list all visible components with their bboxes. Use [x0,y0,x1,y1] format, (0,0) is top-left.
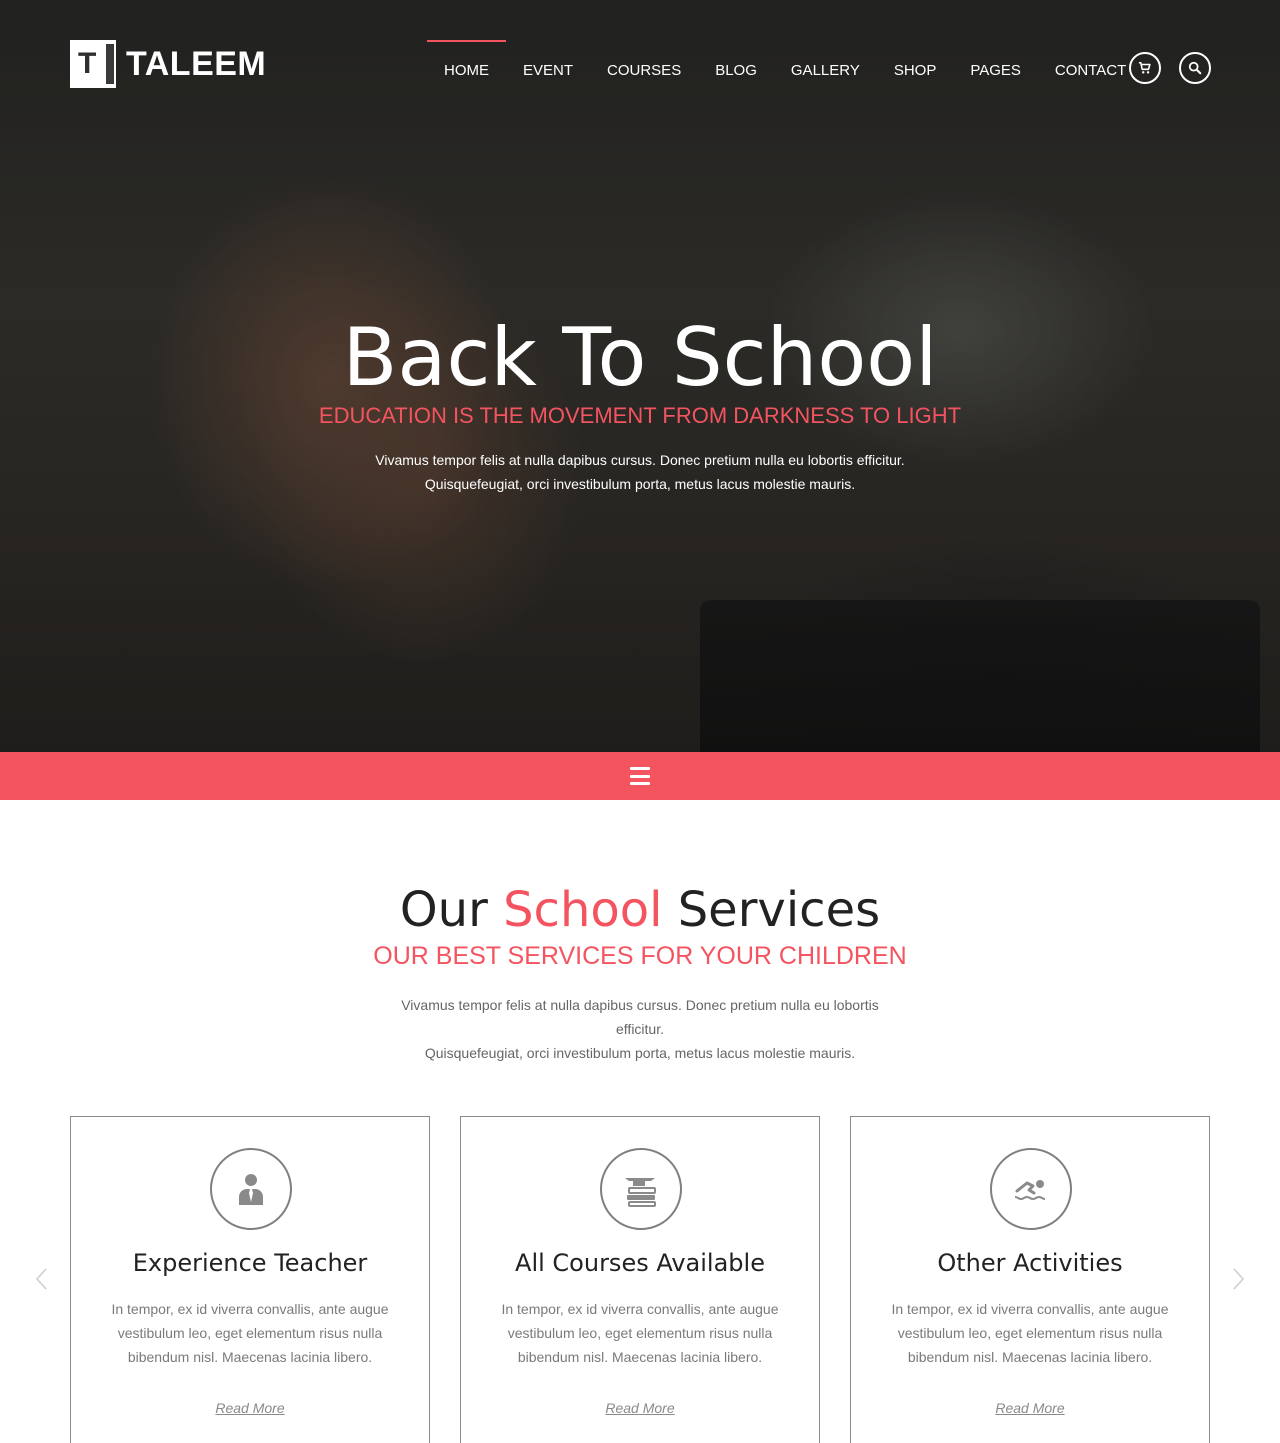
service-card-text: In tempor, ex id viverra convallis, ante… [491,1297,789,1369]
secondary-menu-bar [0,752,1280,800]
search-icon [1188,61,1202,75]
swimmer-icon [1014,1180,1046,1201]
service-card: Experience Teacher In tempor, ex id vive… [70,1116,430,1443]
service-card-text-line: In tempor, ex id viverra convallis, ante… [891,1301,1169,1317]
services-description-line: efficitur. [616,1021,664,1037]
services-title: Our School Services [399,882,881,938]
hero-section: T TALEEM HOME EVENT COURSES BLOG GALLERY… [0,0,1280,752]
nav-item-home[interactable]: HOME [427,40,506,97]
carousel-prev-button[interactable] [30,1264,54,1294]
service-card-text-line: In tempor, ex id viverra convallis, ante… [111,1301,389,1317]
hero-description-line: Quisquefeugiat, orci investibulum porta,… [424,476,856,492]
chevron-left-icon [35,1268,47,1290]
read-more-link[interactable]: Read More [461,1396,819,1420]
teacher-icon [239,1174,263,1205]
service-card-text-line: vestibulum leo, eget elementum risus nul… [897,1325,1163,1341]
cart-icon [1138,61,1151,74]
service-card-text-line: In tempor, ex id viverra convallis, ante… [501,1301,779,1317]
hero-title: Back To School [342,311,938,404]
main-nav: HOME EVENT COURSES BLOG GALLERY SHOP PAG… [427,40,1143,97]
logo-mark-icon: T [70,40,116,88]
nav-item-shop[interactable]: SHOP [877,40,954,97]
service-icon-circle [600,1148,682,1230]
nav-item-event[interactable]: EVENT [506,40,590,97]
service-card: Other Activities In tempor, ex id viverr… [850,1116,1210,1443]
service-card-title: Other Activities [937,1249,1123,1277]
hero-description: Vivamus tempor felis at nulla dapibus cu… [0,448,1280,496]
service-card-text-line: bibendum nisl. Maecenas lacinia libero. [517,1349,763,1365]
cart-button[interactable] [1129,52,1161,84]
logo-letter: T [78,47,97,80]
service-card-text: In tempor, ex id viverra convallis, ante… [101,1297,399,1369]
logo-text: TALEEM [126,45,267,83]
read-more-link[interactable]: Read More [851,1396,1209,1420]
service-card: All Courses Available In tempor, ex id v… [460,1116,820,1443]
service-card-title: All Courses Available [515,1249,765,1277]
services-description-line: Quisquefeugiat, orci investibulum porta,… [424,1045,856,1061]
service-card-text-line: bibendum nisl. Maecenas lacinia libero. [127,1349,373,1365]
search-button[interactable] [1179,52,1211,84]
hamburger-menu-icon[interactable] [630,767,650,785]
read-more-link[interactable]: Read More [71,1396,429,1420]
service-card-title: Experience Teacher [132,1249,368,1277]
service-icon-circle [990,1148,1072,1230]
site-logo[interactable]: T TALEEM [70,40,266,88]
services-description-line: Vivamus tempor felis at nulla dapibus cu… [401,997,879,1013]
service-card-text-line: vestibulum leo, eget elementum risus nul… [507,1325,773,1341]
nav-item-courses[interactable]: COURSES [590,40,698,97]
service-card-text-line: vestibulum leo, eget elementum risus nul… [117,1325,383,1341]
services-subtitle: OUR BEST SERVICES FOR YOUR CHILDREN [373,942,907,970]
nav-item-blog[interactable]: BLOG [698,40,774,97]
service-card-text: In tempor, ex id viverra convallis, ante… [881,1297,1179,1369]
nav-item-pages[interactable]: PAGES [953,40,1038,97]
hero-subtitle: EDUCATION IS THE MOVEMENT FROM DARKNESS … [318,403,962,428]
service-card-text-line: bibendum nisl. Maecenas lacinia libero. [907,1349,1153,1365]
carousel-next-button[interactable] [1226,1264,1250,1294]
service-icon-circle [210,1148,292,1230]
nav-item-contact[interactable]: CONTACT [1038,40,1143,97]
chevron-right-icon [1233,1268,1245,1290]
services-description: Vivamus tempor felis at nulla dapibus cu… [390,993,890,1065]
hero-description-line: Vivamus tempor felis at nulla dapibus cu… [375,452,905,468]
courses-icon [625,1178,656,1207]
nav-item-gallery[interactable]: GALLERY [774,40,877,97]
